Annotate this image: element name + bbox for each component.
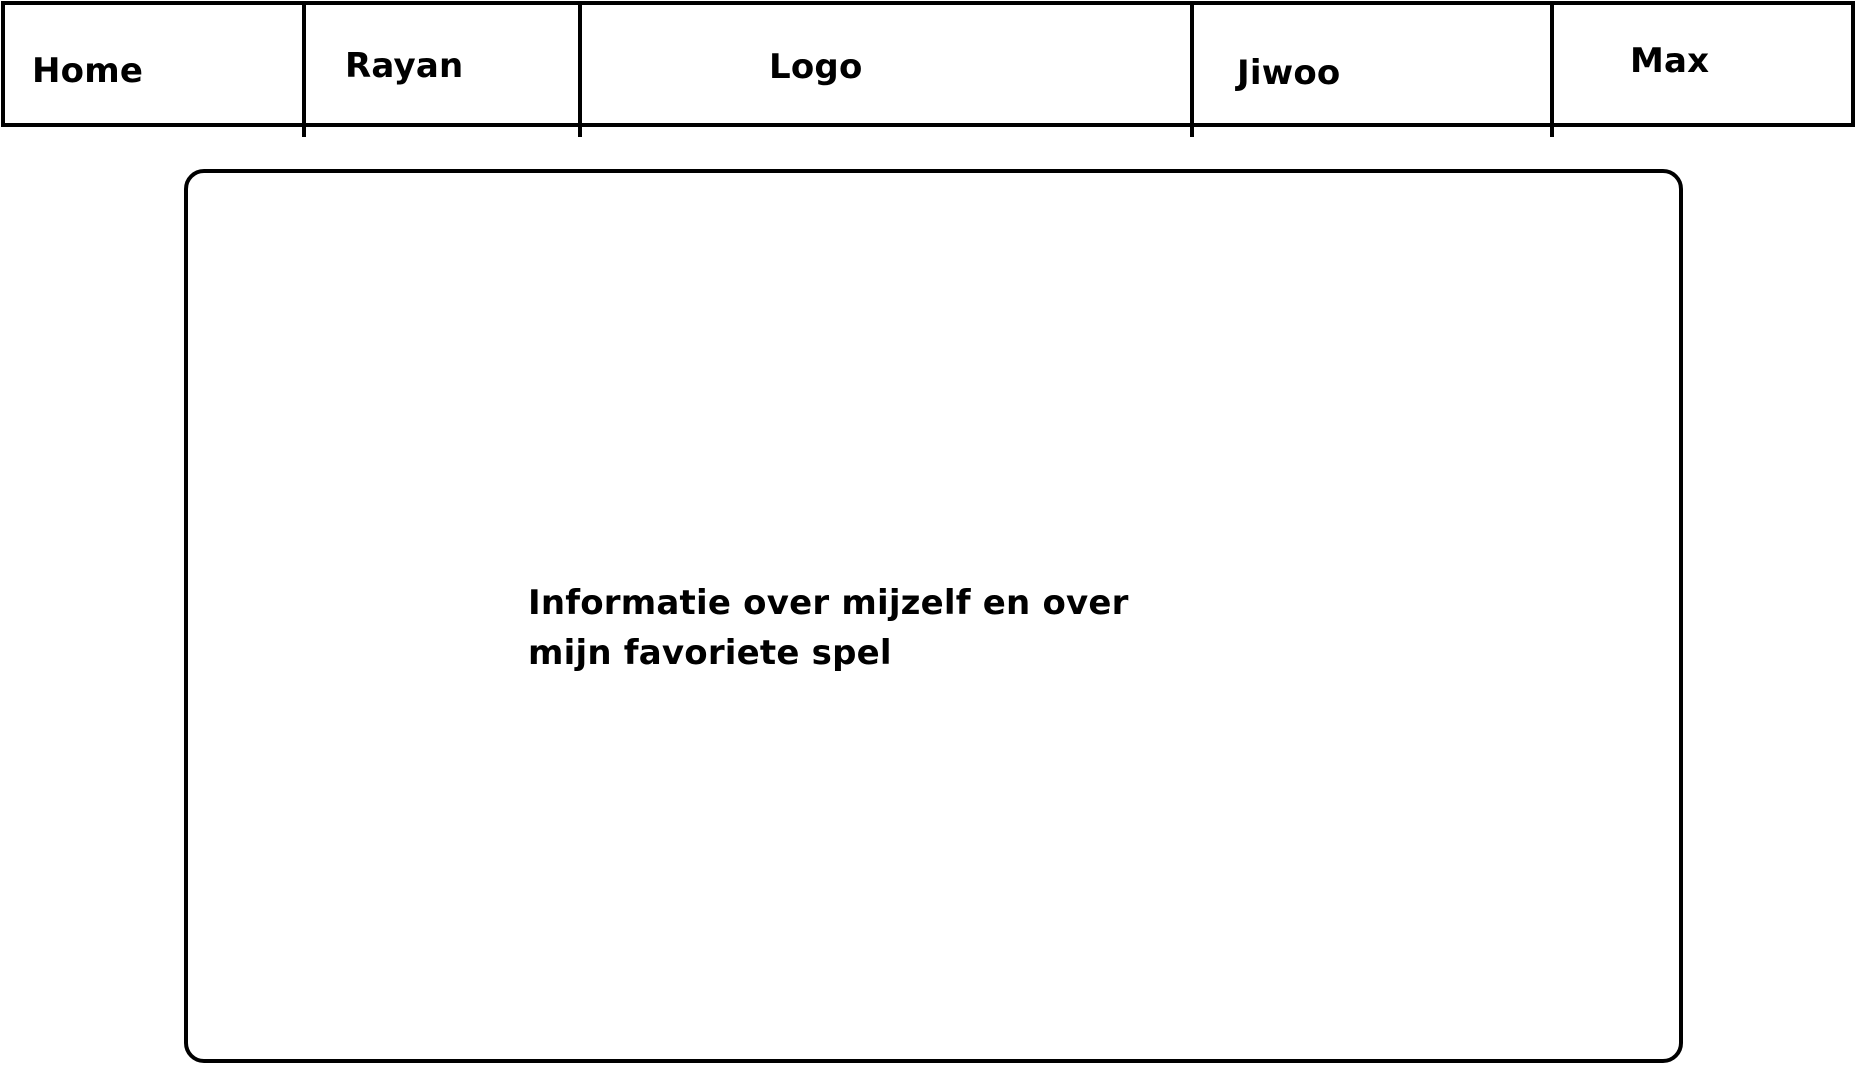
logo-label: Logo xyxy=(769,47,863,87)
about-text-line-2: mijn favoriete spel xyxy=(528,633,892,673)
nav-item-rayan[interactable]: Rayan xyxy=(306,1,582,137)
nav-logo: Logo xyxy=(582,1,1194,137)
about-text: Informatie over mijzelf en over mijn fav… xyxy=(528,578,1148,678)
nav-item-max[interactable]: Max xyxy=(1554,1,1859,137)
about-text-line-1: Informatie over mijzelf en over xyxy=(528,583,1129,623)
top-navigation-bar: Home Rayan Logo Jiwoo Max xyxy=(1,1,1855,137)
nav-item-home-label: Home xyxy=(32,51,144,91)
nav-item-jiwoo[interactable]: Jiwoo xyxy=(1194,1,1554,137)
nav-item-jiwoo-label: Jiwoo xyxy=(1237,53,1341,93)
nav-item-home[interactable]: Home xyxy=(1,1,306,137)
main-content-box: Informatie over mijzelf en over mijn fav… xyxy=(184,169,1683,1063)
nav-item-max-label: Max xyxy=(1630,41,1710,81)
nav-item-rayan-label: Rayan xyxy=(345,46,464,86)
